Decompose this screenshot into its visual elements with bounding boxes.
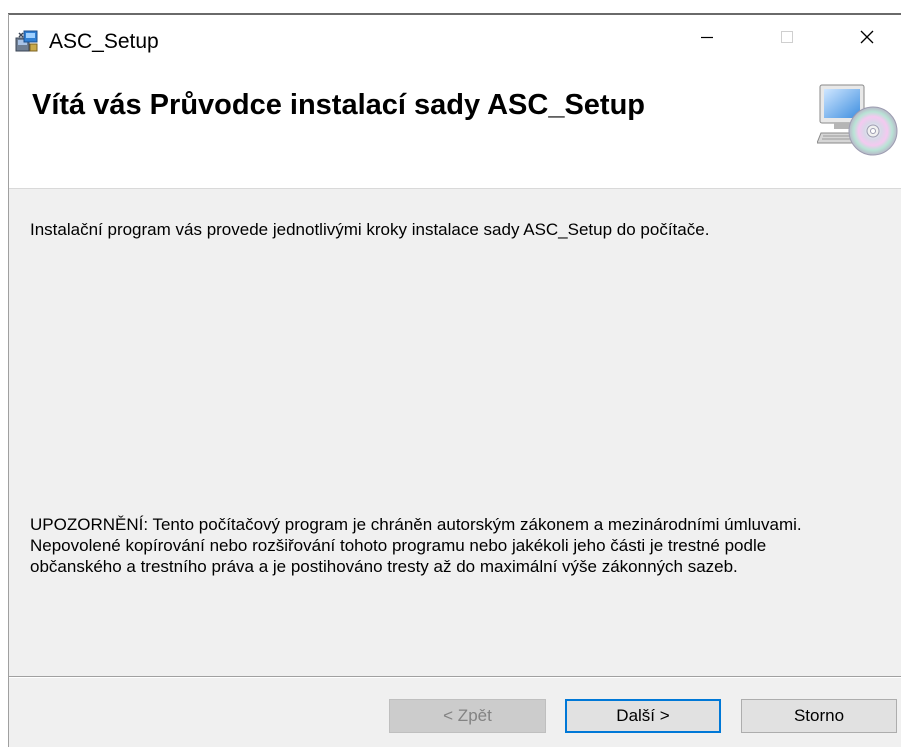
installer-window: ASC_Setup Vítá vás Průvodce instalací sa… xyxy=(0,0,901,747)
next-button[interactable]: Další > xyxy=(565,699,721,733)
window-title: ASC_Setup xyxy=(49,30,159,53)
minimize-icon xyxy=(699,29,715,50)
back-button: < Zpět xyxy=(389,699,546,733)
intro-text: Instalační program vás provede jednotliv… xyxy=(30,220,710,239)
copyright-warning: UPOZORNĚNÍ: Tento počítačový program je … xyxy=(30,515,802,576)
top-strip xyxy=(0,0,901,14)
page-title: Vítá vás Průvodce instalací sady ASC_Set… xyxy=(32,89,646,121)
maximize-button xyxy=(753,15,821,63)
cancel-button[interactable]: Storno xyxy=(741,699,897,733)
title-bar[interactable]: ASC_Setup xyxy=(9,15,901,67)
close-icon xyxy=(859,29,875,50)
wizard-body: Instalační program vás provede jednotliv… xyxy=(9,189,901,676)
installer-app-icon xyxy=(15,29,39,53)
minimize-button[interactable] xyxy=(673,15,741,63)
close-button[interactable] xyxy=(833,15,901,63)
wizard-footer: < Zpět Další > Storno xyxy=(9,678,901,747)
computer-cd-icon xyxy=(816,83,901,167)
wizard-header: Vítá vás Průvodce instalací sady ASC_Set… xyxy=(9,67,901,189)
maximize-icon xyxy=(779,29,795,50)
